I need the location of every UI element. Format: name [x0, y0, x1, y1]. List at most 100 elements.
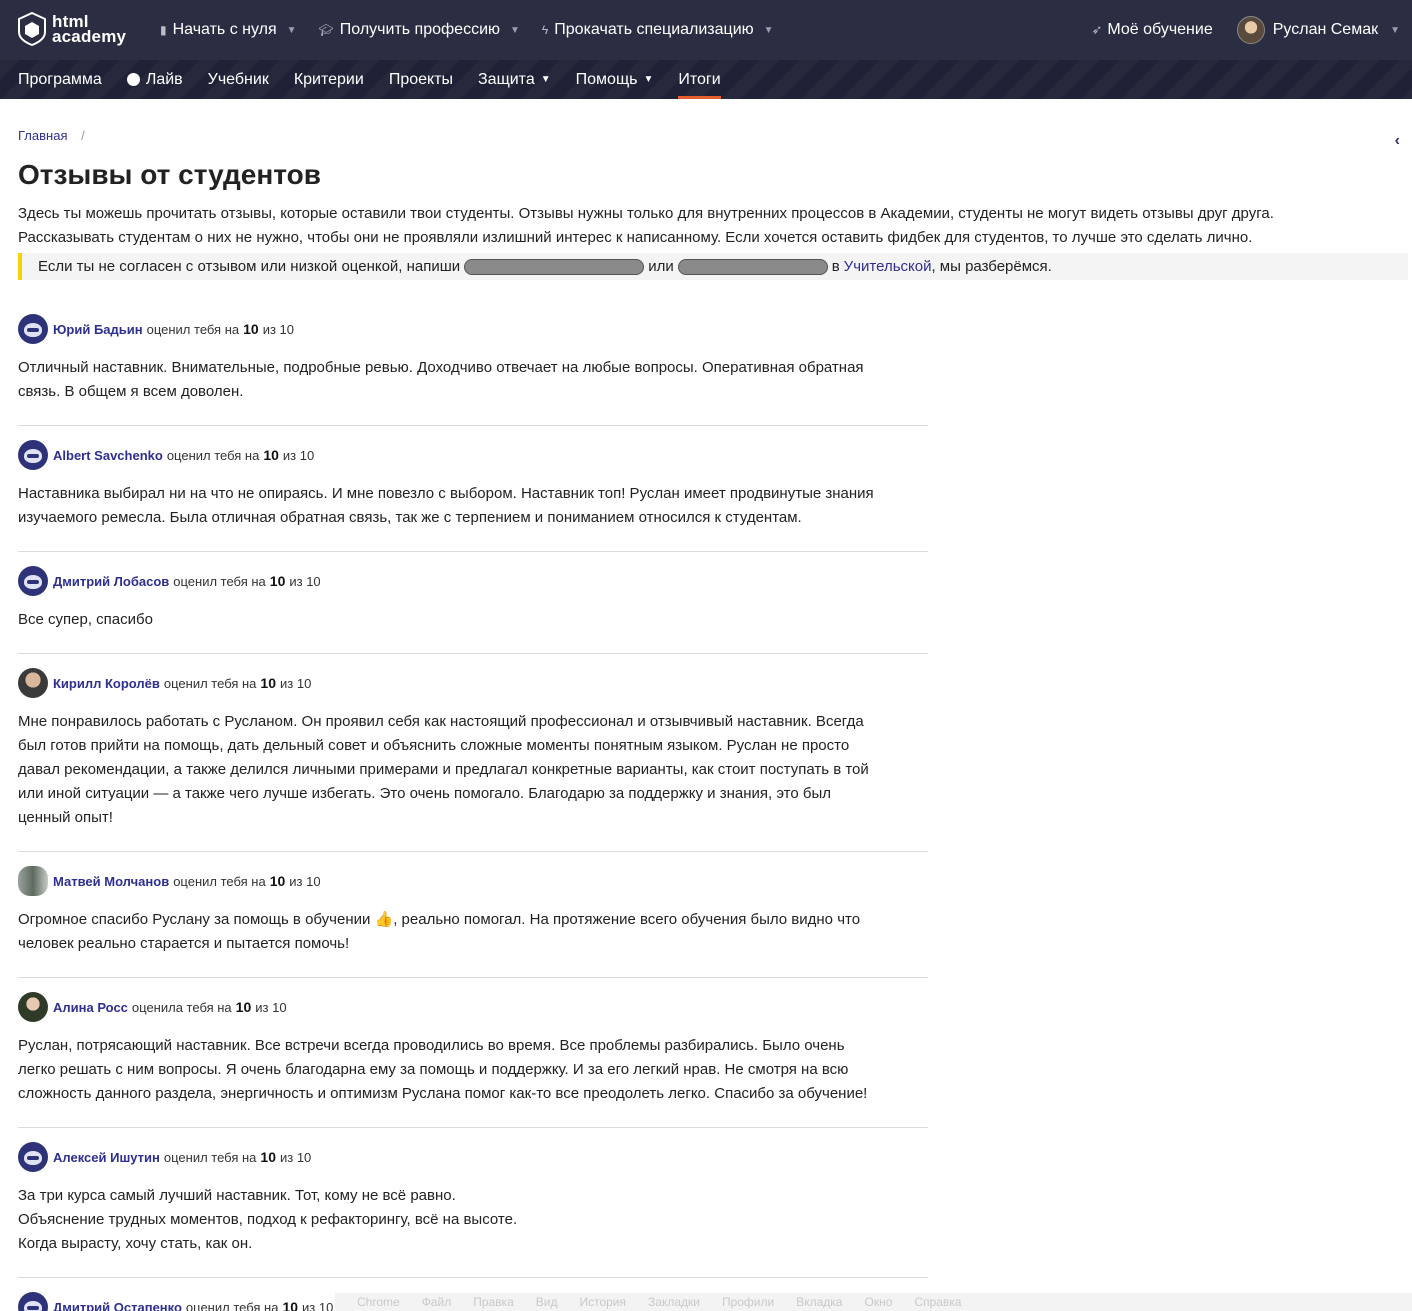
breadcrumb-separator: /: [81, 128, 85, 143]
notice-text: , мы разберёмся.: [931, 258, 1052, 275]
notice-text: Если ты не согласен с отзывом или низкой…: [38, 258, 461, 275]
review-verb: оценил тебя на: [146, 321, 240, 337]
breadcrumb: Главная /: [18, 128, 85, 143]
review-score: 10: [260, 1149, 276, 1165]
graduation-cap-icon: 🎓︎: [318, 23, 334, 37]
os-menu-item[interactable]: Chrome: [357, 1293, 400, 1311]
student-avatar: [18, 314, 48, 344]
student-name-link[interactable]: Юрий Бадьин: [53, 322, 143, 337]
menu-specialization[interactable]: ϟ Прокачать специализацию ▼: [542, 21, 774, 39]
student-name-link[interactable]: Albert Savchenko: [53, 448, 163, 463]
intro-line: Рассказывать студентам о них не нужно, ч…: [18, 229, 1253, 246]
student-name-link[interactable]: Алина Росс: [53, 1000, 128, 1015]
student-avatar: [18, 1292, 48, 1311]
logo-shield-icon: [18, 12, 46, 46]
teachers-room-link[interactable]: Учительской: [844, 253, 932, 280]
notice-text: или: [648, 258, 674, 275]
tab-program[interactable]: Программа: [18, 60, 102, 99]
review-text: Руслан, потрясающий наставник. Все встре…: [18, 1037, 868, 1102]
os-menu-item[interactable]: Окно: [864, 1293, 892, 1311]
review-score: 10: [269, 573, 286, 589]
student-name-link[interactable]: Дмитрий Лобасов: [53, 574, 169, 589]
os-menu-item[interactable]: Файл: [422, 1293, 452, 1311]
review-verb: оценил тебя на: [163, 1149, 257, 1165]
review-verb: оценил тебя на: [173, 573, 266, 589]
menu-start-from-zero[interactable]: ▮ Начать с нуля ▼: [160, 21, 297, 39]
tab-results[interactable]: Итоги: [678, 60, 722, 99]
lightning-icon: ϟ: [541, 23, 549, 37]
page-intro: Здесь ты можешь прочитать отзывы, которы…: [18, 202, 1398, 250]
review-item: Матвей Молчанов оценил тебя на 10 из 10 Огр…: [18, 852, 928, 978]
review-scale: из 10: [289, 873, 321, 889]
intro-line: Здесь ты можешь прочитать отзывы, которы…: [18, 205, 1274, 222]
caret-down-icon: ▼: [286, 24, 297, 36]
tab-label: Критерии: [293, 70, 364, 88]
top-menu: ▮ Начать с нуля ▼ 🎓︎ Получить профессию …: [160, 0, 796, 60]
tab-help[interactable]: Помощь ▼: [576, 60, 654, 99]
live-dot-icon: [126, 73, 140, 86]
user-menu[interactable]: Руслан Семак ▼: [1236, 16, 1400, 44]
caret-down-icon: ▼: [1390, 24, 1400, 36]
menu-label: Получить профессию: [339, 21, 501, 38]
os-menu-item[interactable]: Вид: [536, 1293, 558, 1311]
os-menu-item[interactable]: Вкладка: [796, 1293, 842, 1311]
student-name-link[interactable]: Матвей Молчанов: [53, 874, 169, 889]
review-scale: из 10: [289, 573, 321, 589]
review-item: Albert Savchenko оценил тебя на 10 из 10 На…: [18, 426, 928, 552]
tab-defense[interactable]: Защита ▼: [478, 60, 551, 99]
review-text: За три курса самый лучший наставник. Тот…: [18, 1187, 518, 1252]
course-nav: Программа Лайв Учебник Критерии Проекты …: [0, 60, 1412, 99]
review-scale: из 10: [262, 321, 294, 337]
breadcrumb-home-link[interactable]: Главная: [18, 128, 67, 143]
review-score: 10: [269, 873, 286, 889]
student-avatar: [18, 668, 48, 698]
review-text: Наставника выбирал ни на что не опираясь…: [18, 485, 874, 526]
os-menu-item[interactable]: Закладки: [648, 1293, 700, 1311]
my-learning-link[interactable]: ➶ Моё обучение: [1091, 21, 1212, 39]
review-item: Алина Росс оценила тебя на 10 из 10 Руслан,…: [18, 978, 928, 1128]
tab-label: Лайв: [145, 70, 183, 88]
review-verb: оценила тебя на: [131, 999, 232, 1015]
review-item: Дмитрий Лобасов оценил тебя на 10 из 10 Все…: [18, 552, 928, 654]
menu-get-profession[interactable]: 🎓︎ Получить профессию ▼: [319, 21, 520, 39]
review-verb: оценил тебя на: [163, 675, 257, 691]
os-menu-item[interactable]: История: [579, 1293, 626, 1311]
logo[interactable]: html academy: [18, 12, 126, 46]
tab-label: Программа: [18, 70, 102, 88]
tab-label: Проекты: [388, 70, 454, 88]
review-score: 10: [235, 999, 252, 1015]
reviews-list: Юрий Бадьин оценил тебя на 10 из 10 Отличны…: [18, 300, 928, 1311]
review-score: 10: [243, 321, 259, 337]
dispute-notice: Если ты не согласен с отзывом или низкой…: [18, 253, 1408, 280]
tab-criteria[interactable]: Критерии: [294, 60, 364, 99]
os-menu-item[interactable]: Профили: [722, 1293, 774, 1311]
review-verb: оценил тебя на: [166, 447, 260, 463]
tab-label: Учебник: [207, 70, 269, 88]
notice-text: в: [831, 258, 840, 275]
tab-textbook[interactable]: Учебник: [208, 60, 269, 99]
bars-icon: ▮: [160, 23, 167, 37]
page-title: Отзывы от студентов: [18, 159, 321, 190]
student-name-link[interactable]: Дмитрий Остапенко: [53, 1300, 182, 1311]
review-scale: из 10: [279, 1149, 312, 1165]
user-avatar: [1236, 16, 1265, 44]
tab-live[interactable]: Лайв: [126, 60, 183, 99]
student-name-link[interactable]: Кирилл Королёв: [53, 676, 160, 691]
student-avatar: [18, 440, 48, 470]
student-avatar: [18, 992, 48, 1022]
student-name-link[interactable]: Алексей Ишутин: [53, 1150, 160, 1165]
tab-projects[interactable]: Проекты: [389, 60, 453, 99]
rocket-icon: ➶: [1091, 22, 1103, 37]
os-menu-item[interactable]: Правка: [473, 1293, 514, 1311]
review-item: Кирилл Королёв оценил тебя на 10 из 10 Мне …: [18, 654, 928, 852]
os-menu-bar: Chrome Файл Правка Вид История Закладки …: [335, 1293, 1412, 1311]
logo-text: html academy: [52, 12, 127, 46]
review-scale: из 10: [255, 999, 287, 1015]
os-menu-item[interactable]: Справка: [914, 1293, 961, 1311]
top-header: html academy ▮ Начать с нуля ▼ 🎓︎ Получит…: [0, 0, 1412, 60]
caret-down-icon: ▼: [510, 24, 520, 36]
redacted-contact: [464, 258, 645, 275]
review-verb: оценил тебя на: [185, 1299, 279, 1311]
review-score: 10: [260, 675, 276, 691]
collapse-sidebar-chevron-icon[interactable]: ‹: [1395, 132, 1400, 150]
